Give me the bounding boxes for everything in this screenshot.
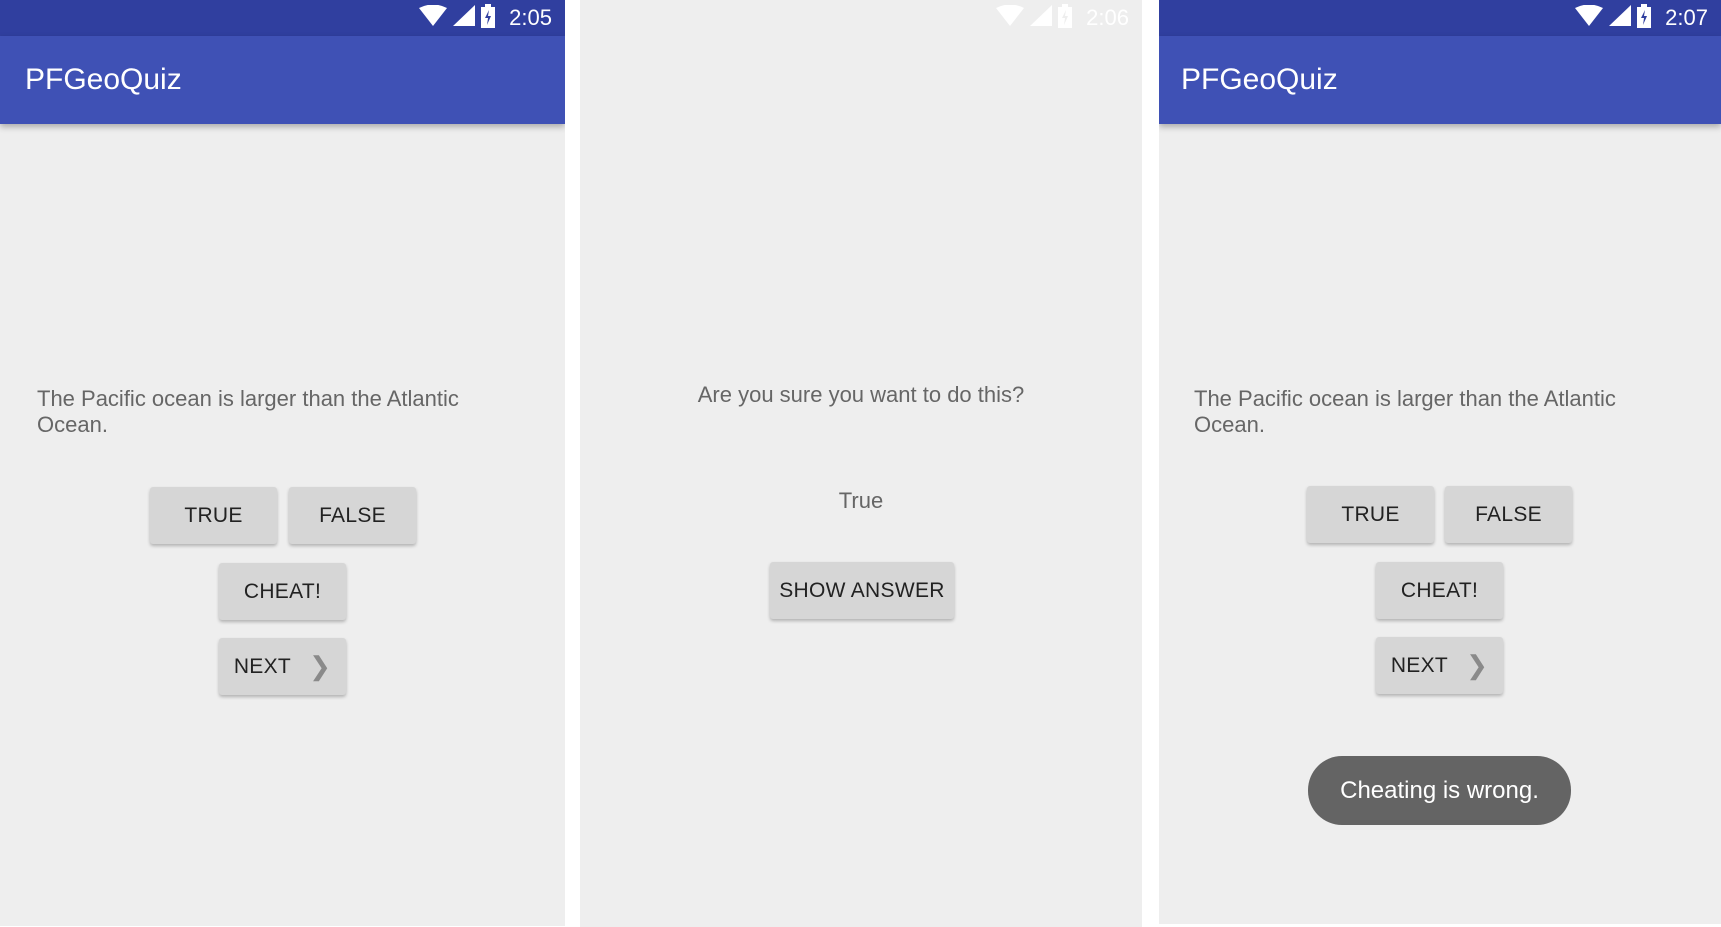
true-button-label: TRUE xyxy=(1341,502,1400,526)
cheat-button-label: CHEAT! xyxy=(1400,578,1479,602)
question-text: The Pacific ocean is larger than the Atl… xyxy=(37,386,459,437)
next-button-label: NEXT xyxy=(233,654,292,678)
next-button-label: NEXT xyxy=(1390,653,1449,677)
true-button-label: TRUE xyxy=(184,503,243,527)
app-bar: PFGeoQuiz xyxy=(0,36,565,124)
wifi-icon xyxy=(996,4,1025,32)
cell-signal-icon xyxy=(1030,4,1053,32)
status-bar: 2:07 xyxy=(1159,0,1721,36)
wifi-icon xyxy=(419,4,448,32)
status-time: 2:07 xyxy=(1665,5,1708,30)
true-button[interactable]: TRUE xyxy=(1307,486,1434,543)
false-button[interactable]: FALSE xyxy=(289,487,416,544)
chevron-right-icon: ❯ xyxy=(1466,650,1489,680)
battery-charging-icon xyxy=(1637,3,1652,33)
chevron-right-icon: ❯ xyxy=(309,651,332,681)
warning-text: Are you sure you want to do this? xyxy=(697,382,1025,407)
show-answer-button[interactable]: SHOW ANSWER xyxy=(770,562,954,619)
screen-cheat: 2:06 Are you sure you want to do this? T… xyxy=(580,0,1142,927)
toast-message: Cheating is wrong. xyxy=(1308,756,1571,825)
status-bar: 2:06 xyxy=(580,0,1142,36)
cell-signal-icon xyxy=(453,4,476,32)
app-title: PFGeoQuiz xyxy=(1181,63,1338,96)
status-time: 2:05 xyxy=(509,5,552,30)
status-time: 2:06 xyxy=(1086,5,1129,30)
true-button[interactable]: TRUE xyxy=(150,487,277,544)
show-answer-button-label: SHOW ANSWER xyxy=(779,578,945,602)
screen-quiz-1: 2:05 PFGeoQuiz The Pacific ocean is larg… xyxy=(0,0,565,926)
question-text: The Pacific ocean is larger than the Atl… xyxy=(1194,386,1616,437)
false-button-label: FALSE xyxy=(1475,502,1542,526)
false-button[interactable]: FALSE xyxy=(1445,486,1572,543)
status-bar: 2:05 xyxy=(0,0,565,36)
wifi-icon xyxy=(1575,4,1604,32)
cheat-button[interactable]: CHEAT! xyxy=(219,563,346,620)
app-bar: PFGeoQuiz xyxy=(1159,36,1721,124)
false-button-label: FALSE xyxy=(319,503,386,527)
battery-charging-icon xyxy=(481,3,496,33)
cheat-button[interactable]: CHEAT! xyxy=(1376,562,1503,619)
cheat-button-label: CHEAT! xyxy=(243,579,322,603)
next-button[interactable]: NEXT ❯ xyxy=(1376,637,1503,694)
screen-quiz-2: 2:07 PFGeoQuiz The Pacific ocean is larg… xyxy=(1159,0,1721,924)
toast-text: Cheating is wrong. xyxy=(1340,776,1539,804)
cell-signal-icon xyxy=(1609,4,1632,32)
app-title: PFGeoQuiz xyxy=(25,63,182,96)
next-button[interactable]: NEXT ❯ xyxy=(219,638,346,695)
answer-text: True xyxy=(838,488,884,513)
battery-charging-icon xyxy=(1058,3,1073,33)
